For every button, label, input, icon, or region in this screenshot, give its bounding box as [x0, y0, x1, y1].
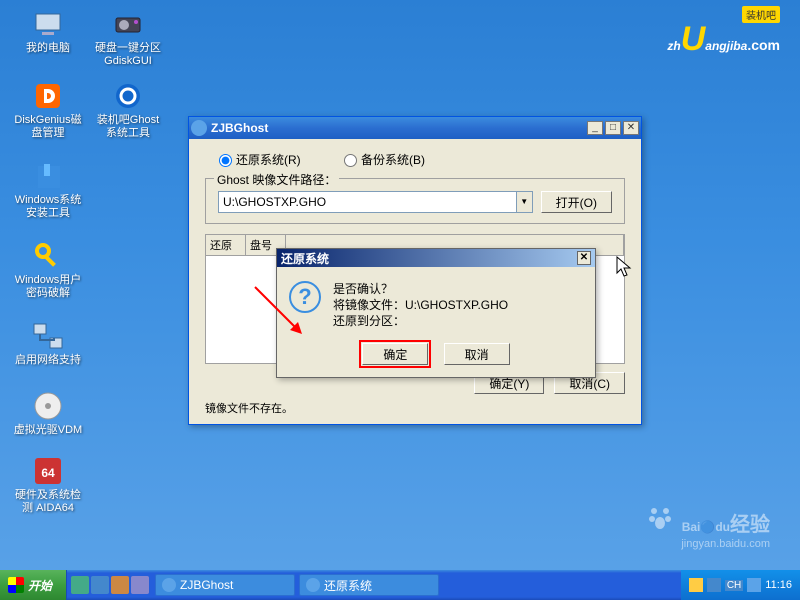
status-text: 镜像文件不存在。 — [205, 400, 625, 416]
hdd-icon — [112, 8, 144, 40]
diskgenius-icon — [32, 80, 64, 112]
taskbar-item-restore[interactable]: 还原系统 — [299, 574, 439, 596]
network-icon — [32, 320, 64, 352]
confirm-message: 是否确认？ 将镜像文件：U:\GHOSTXP.GHO 还原到分区： — [333, 281, 508, 329]
confirm-ok-button[interactable]: 确定 — [362, 343, 428, 365]
desktop-icon-aida64[interactable]: 64 硬件及系统检测 AIDA64 — [12, 455, 84, 515]
desktop-icon-wininstall[interactable]: Windows系统安装工具 — [12, 160, 84, 220]
desktop-icon-diskgenius[interactable]: DiskGenius磁盘管理 — [12, 80, 84, 140]
tray-icon[interactable] — [747, 578, 761, 592]
language-indicator[interactable]: CH — [725, 580, 743, 591]
windows-flag-icon — [8, 577, 24, 593]
dropdown-button[interactable]: ▼ — [517, 191, 533, 213]
maximize-button[interactable]: □ — [605, 121, 621, 135]
window-title: ZJBGhost — [211, 121, 585, 135]
tray-shield-icon[interactable] — [689, 578, 703, 592]
minimize-button[interactable]: _ — [587, 121, 603, 135]
path-combobox[interactable]: ▼ — [218, 191, 533, 213]
radio-backup[interactable]: 备份系统(B) — [344, 153, 425, 167]
tray-app-icon[interactable] — [707, 578, 721, 592]
desktop-icon-zjbghost[interactable]: 装机吧Ghost系统工具 — [92, 80, 164, 140]
key-icon — [32, 240, 64, 272]
close-button[interactable]: ✕ — [623, 121, 639, 135]
task-app-icon — [306, 578, 320, 592]
confirm-title: 还原系统 — [281, 250, 329, 267]
radio-restore[interactable]: 还原系统(R) — [219, 153, 301, 167]
question-icon: ? — [289, 281, 321, 313]
desktop-icon-network[interactable]: 启用网络支持 — [12, 320, 84, 367]
system-tray: CH 11:16 — [681, 570, 800, 600]
taskbar: 开始 ZJBGhost 还原系统 CH 11:16 — [0, 570, 800, 600]
desktop-icon-my-computer[interactable]: 我的电脑 — [12, 8, 84, 55]
windows-install-icon — [32, 160, 64, 192]
path-input[interactable] — [218, 191, 517, 213]
svg-text:64: 64 — [41, 466, 55, 480]
watermark-logo: zhUangjiba.com — [667, 20, 780, 59]
path-groupbox: Ghost 映像文件路径： ▼ 打开(O) — [205, 178, 625, 224]
confirm-dialog: 还原系统 ✕ ? 是否确认？ 将镜像文件：U:\GHOSTXP.GHO 还原到分… — [276, 248, 596, 378]
ql-browser-icon[interactable] — [91, 576, 109, 594]
ghost-tool-icon — [112, 80, 144, 112]
start-button[interactable]: 开始 — [0, 570, 67, 600]
computer-icon — [32, 8, 64, 40]
confirm-close-button[interactable]: ✕ — [577, 251, 591, 265]
confirm-cancel-button[interactable]: 取消 — [444, 343, 510, 365]
app-icon — [191, 120, 207, 136]
desktop-icon-gdisk[interactable]: 硬盘一键分区GdiskGUI — [92, 8, 164, 68]
ql-tool-icon[interactable] — [111, 576, 129, 594]
cd-icon — [32, 390, 64, 422]
task-app-icon — [162, 578, 176, 592]
confirm-titlebar[interactable]: 还原系统 ✕ — [277, 249, 595, 267]
quick-launch — [67, 576, 153, 594]
titlebar[interactable]: ZJBGhost _ □ ✕ — [189, 117, 641, 139]
desktop-icon-password[interactable]: Windows用户密码破解 — [12, 240, 84, 300]
taskbar-item-zjbghost[interactable]: ZJBGhost — [155, 574, 295, 596]
clock[interactable]: 11:16 — [765, 579, 792, 591]
aida64-icon: 64 — [32, 455, 64, 487]
ql-desktop-icon[interactable] — [71, 576, 89, 594]
open-button[interactable]: 打开(O) — [541, 191, 612, 213]
watermark-baidu: Bai🔵du经验 jingyan.baidu.com — [646, 503, 770, 550]
ql-app-icon[interactable] — [131, 576, 149, 594]
path-group-label: Ghost 映像文件路径： — [214, 171, 339, 188]
desktop-icon-vdm[interactable]: 虚拟光驱VDM — [12, 390, 84, 437]
